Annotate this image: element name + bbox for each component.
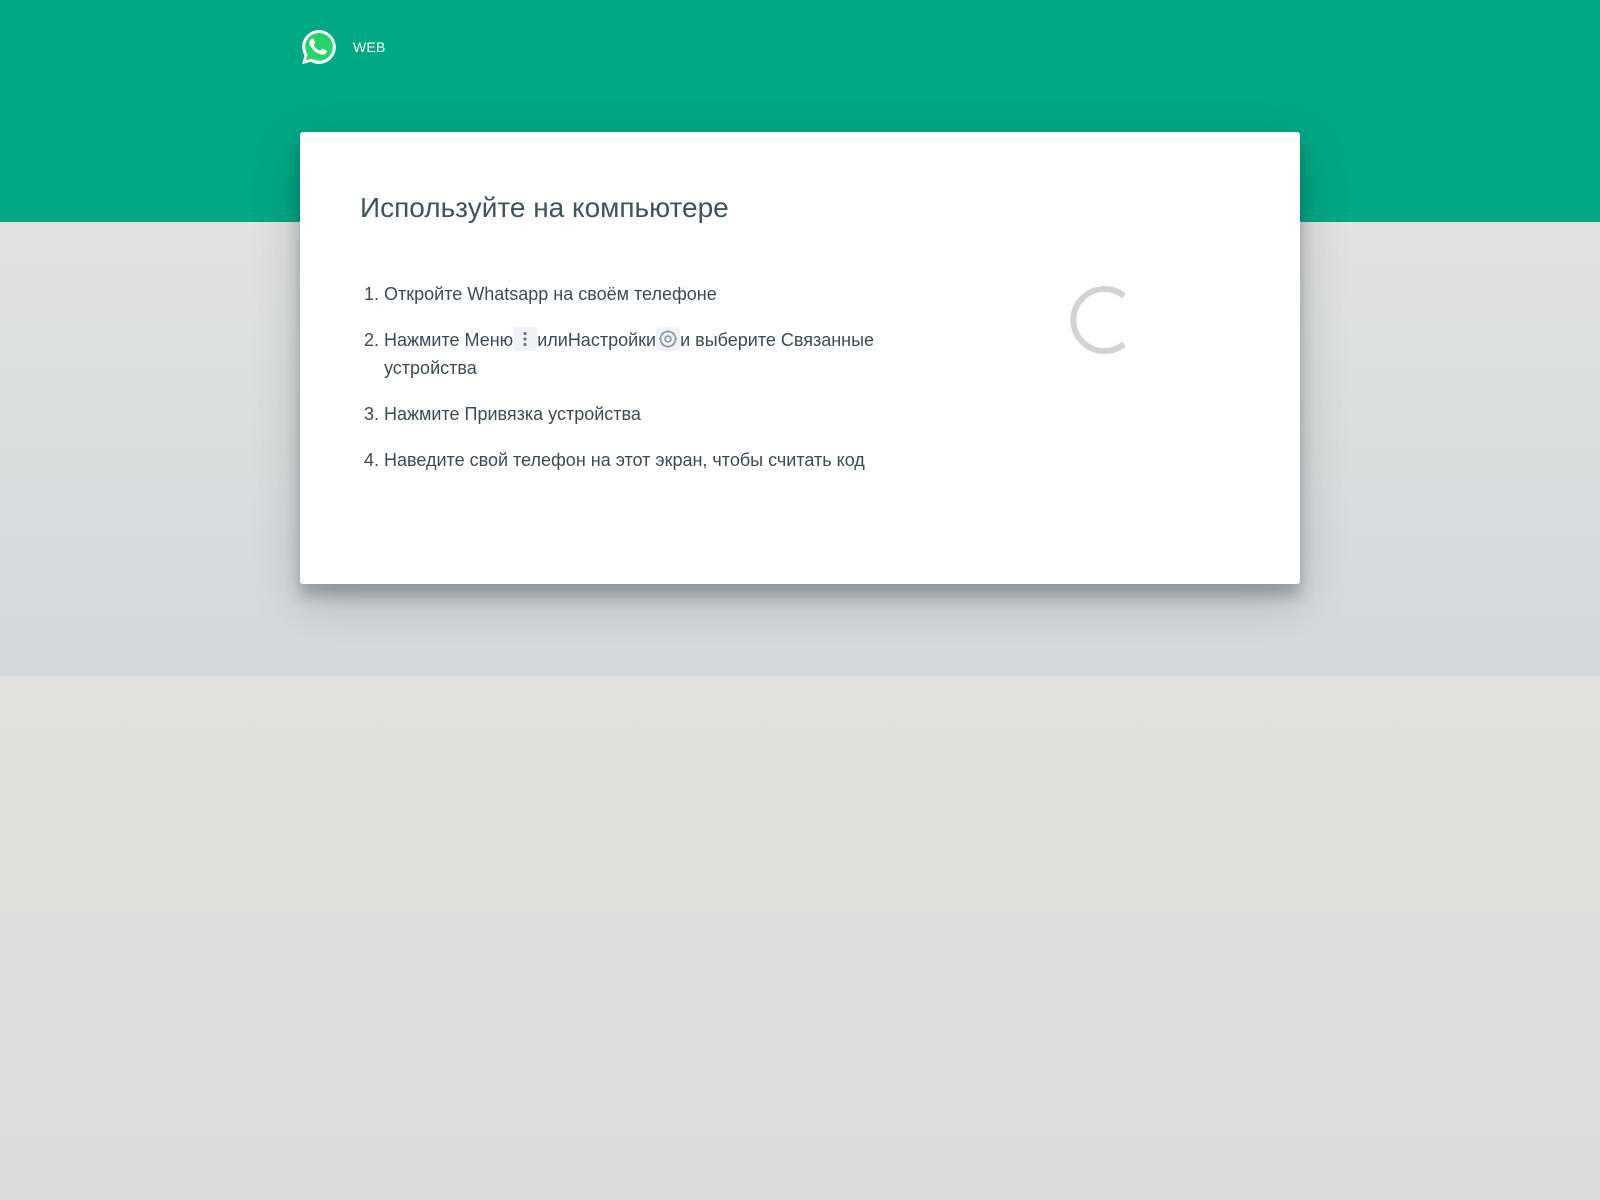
list-item: 3. Нажмите Привязка устройства bbox=[360, 400, 900, 428]
step-text: Нажмите Привязка устройства bbox=[384, 404, 641, 424]
list-item: 1. Откройте Whatsapp на своём телефоне bbox=[360, 280, 900, 308]
list-item: 4. Наведите свой телефон на этот экран, … bbox=[360, 446, 900, 474]
loading-spinner-icon bbox=[1070, 286, 1126, 354]
login-card: Используйте на компьютере 1. Откройте Wh… bbox=[300, 132, 1300, 584]
page-title: Используйте на компьютере bbox=[360, 192, 729, 223]
settings-gear-icon bbox=[656, 327, 681, 352]
instructions-list: 1. Откройте Whatsapp на своём телефоне 2… bbox=[360, 280, 900, 492]
step-text: Наведите свой телефон на этот экран, что… bbox=[384, 450, 865, 470]
step-text: Нажмите Меню bbox=[384, 330, 514, 350]
step-number: 4. bbox=[364, 450, 380, 470]
vertical-dots-icon bbox=[513, 327, 538, 352]
step-text: Откройте Whatsapp на своём телефоне bbox=[384, 284, 717, 304]
brand: WEB bbox=[300, 27, 386, 67]
step-text: или bbox=[537, 330, 568, 350]
brand-label: WEB bbox=[353, 39, 386, 55]
step-number: 3. bbox=[364, 404, 380, 424]
step-number: 1. bbox=[364, 284, 380, 304]
whatsapp-logo-icon bbox=[302, 30, 336, 65]
step-number: 2. bbox=[364, 330, 380, 350]
list-item: 2. Нажмите Меню илиНастройки и выберите Св… bbox=[360, 326, 900, 382]
qr-code-area bbox=[1000, 252, 1190, 402]
settings-label: Настройки bbox=[567, 330, 657, 350]
